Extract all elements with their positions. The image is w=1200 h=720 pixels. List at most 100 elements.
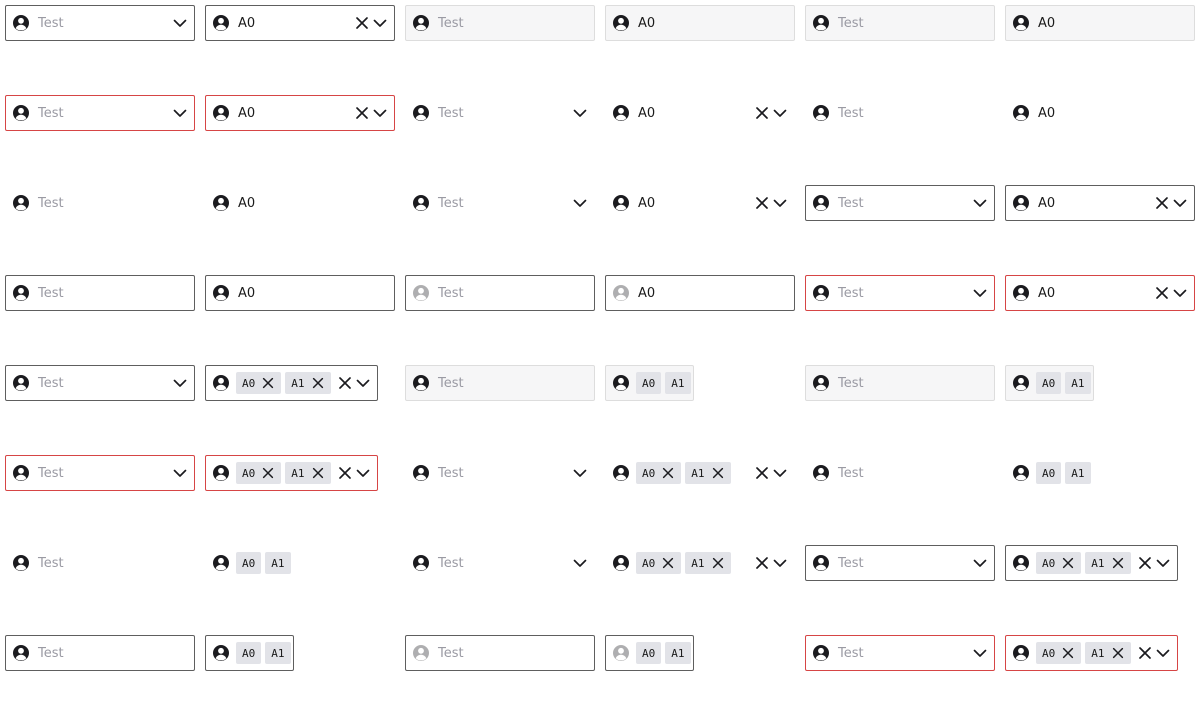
tag-remove-icon[interactable] bbox=[661, 556, 675, 570]
select-field-r6-c3[interactable]: Test bbox=[405, 455, 595, 491]
chevron-down-icon[interactable] bbox=[772, 555, 788, 571]
tag-remove-icon[interactable] bbox=[1061, 556, 1075, 570]
select-field-r2-c2[interactable]: A0 bbox=[205, 95, 395, 131]
select-field-r2-c6[interactable]: A0 bbox=[1005, 95, 1195, 131]
select-field-r8-c1[interactable]: Test bbox=[5, 635, 195, 671]
chevron-down-icon[interactable] bbox=[972, 195, 988, 211]
chevron-down-icon[interactable] bbox=[772, 465, 788, 481]
select-field-r4-c2[interactable]: A0 bbox=[205, 275, 395, 311]
select-field-r6-c2[interactable]: A0 A1 bbox=[205, 455, 378, 491]
select-field-r8-c6[interactable]: A0 A1 bbox=[1005, 635, 1178, 671]
chevron-down-icon[interactable] bbox=[772, 195, 788, 211]
select-field-r5-c4[interactable]: A0 A1 bbox=[605, 365, 694, 401]
select-field-r6-c6[interactable]: A0 A1 bbox=[1005, 455, 1094, 491]
tag-remove-icon[interactable] bbox=[261, 466, 275, 480]
chevron-down-icon[interactable] bbox=[772, 105, 788, 121]
select-field-r2-c4[interactable]: A0 bbox=[605, 95, 795, 131]
clear-icon[interactable] bbox=[354, 105, 370, 121]
clear-icon[interactable] bbox=[337, 465, 353, 481]
tag-remove-icon[interactable] bbox=[1111, 646, 1125, 660]
select-field-r1-c2[interactable]: A0 bbox=[205, 5, 395, 41]
select-field-r6-c4[interactable]: A0 A1 bbox=[605, 455, 795, 491]
select-field-r3-c6[interactable]: A0 bbox=[1005, 185, 1195, 221]
clear-icon[interactable] bbox=[1137, 555, 1153, 571]
chevron-down-icon[interactable] bbox=[1155, 555, 1171, 571]
clear-icon[interactable] bbox=[754, 195, 770, 211]
tag-remove-icon[interactable] bbox=[1061, 646, 1075, 660]
chevron-down-icon[interactable] bbox=[172, 105, 188, 121]
chevron-down-icon[interactable] bbox=[372, 15, 388, 31]
select-field-r5-c2[interactable]: A0 A1 bbox=[205, 365, 378, 401]
chevron-down-icon[interactable] bbox=[972, 285, 988, 301]
select-field-r4-c4[interactable]: A0 bbox=[605, 275, 795, 311]
person-circle-icon bbox=[812, 284, 830, 302]
clear-icon[interactable] bbox=[1154, 285, 1170, 301]
chevron-down-icon[interactable] bbox=[972, 645, 988, 661]
clear-icon[interactable] bbox=[1137, 645, 1153, 661]
clear-icon[interactable] bbox=[354, 15, 370, 31]
select-field-r6-c1[interactable]: Test bbox=[5, 455, 195, 491]
chevron-down-icon[interactable] bbox=[372, 105, 388, 121]
chevron-down-icon[interactable] bbox=[355, 375, 371, 391]
tag-remove-icon[interactable] bbox=[1111, 556, 1125, 570]
select-field-r4-c5[interactable]: Test bbox=[805, 275, 995, 311]
clear-icon[interactable] bbox=[754, 555, 770, 571]
value-tag: A0 bbox=[1036, 372, 1062, 394]
chevron-down-icon[interactable] bbox=[572, 555, 588, 571]
select-field-r3-c3[interactable]: Test bbox=[405, 185, 595, 221]
select-field-r7-c4[interactable]: A0 A1 bbox=[605, 545, 795, 581]
select-field-r1-c4[interactable]: A0 bbox=[605, 5, 795, 41]
select-field-r8-c3[interactable]: Test bbox=[405, 635, 595, 671]
select-field-r1-c3[interactable]: Test bbox=[405, 5, 595, 41]
tag-remove-icon[interactable] bbox=[711, 556, 725, 570]
chevron-down-icon[interactable] bbox=[1155, 645, 1171, 661]
clear-icon[interactable] bbox=[1154, 195, 1170, 211]
chevron-down-icon[interactable] bbox=[1172, 195, 1188, 211]
select-field-r3-c1[interactable]: Test bbox=[5, 185, 195, 221]
select-field-r7-c1[interactable]: Test bbox=[5, 545, 195, 581]
select-field-r8-c4[interactable]: A0 A1 bbox=[605, 635, 694, 671]
select-field-r5-c1[interactable]: Test bbox=[5, 365, 195, 401]
chevron-down-icon[interactable] bbox=[572, 195, 588, 211]
select-field-r3-c5[interactable]: Test bbox=[805, 185, 995, 221]
select-field-r7-c2[interactable]: A0 A1 bbox=[205, 545, 294, 581]
select-field-r5-c5[interactable]: Test bbox=[805, 365, 995, 401]
chevron-down-icon[interactable] bbox=[1172, 285, 1188, 301]
select-field-r2-c5[interactable]: Test bbox=[805, 95, 995, 131]
chevron-down-icon[interactable] bbox=[572, 105, 588, 121]
clear-icon[interactable] bbox=[754, 465, 770, 481]
select-field-r4-c6[interactable]: A0 bbox=[1005, 275, 1195, 311]
select-field-r7-c3[interactable]: Test bbox=[405, 545, 595, 581]
tag-remove-icon[interactable] bbox=[661, 466, 675, 480]
select-field-r7-c6[interactable]: A0 A1 bbox=[1005, 545, 1178, 581]
select-field-r1-c1[interactable]: Test bbox=[5, 5, 195, 41]
clear-icon[interactable] bbox=[337, 375, 353, 391]
tag-remove-icon[interactable] bbox=[311, 376, 325, 390]
select-field-r1-c6[interactable]: A0 bbox=[1005, 5, 1195, 41]
select-field-r2-c1[interactable]: Test bbox=[5, 95, 195, 131]
chevron-down-icon[interactable] bbox=[355, 465, 371, 481]
chevron-down-icon[interactable] bbox=[572, 465, 588, 481]
select-field-r5-c3[interactable]: Test bbox=[405, 365, 595, 401]
select-field-r8-c2[interactable]: A0 A1 bbox=[205, 635, 294, 671]
chevron-down-icon[interactable] bbox=[172, 375, 188, 391]
tag-remove-icon[interactable] bbox=[261, 376, 275, 390]
tag-remove-icon[interactable] bbox=[311, 466, 325, 480]
chevron-down-icon[interactable] bbox=[172, 465, 188, 481]
select-field-r4-c3[interactable]: Test bbox=[405, 275, 595, 311]
select-field-r2-c3[interactable]: Test bbox=[405, 95, 595, 131]
chevron-down-icon[interactable] bbox=[972, 555, 988, 571]
select-field-r8-c5[interactable]: Test bbox=[805, 635, 995, 671]
clear-icon[interactable] bbox=[754, 105, 770, 121]
chevron-down-icon[interactable] bbox=[172, 15, 188, 31]
tag-remove-icon[interactable] bbox=[711, 466, 725, 480]
select-field-r3-c4[interactable]: A0 bbox=[605, 185, 795, 221]
select-field-r3-c2[interactable]: A0 bbox=[205, 185, 395, 221]
select-field-r6-c5[interactable]: Test bbox=[805, 455, 995, 491]
select-field-r5-c6[interactable]: A0 A1 bbox=[1005, 365, 1094, 401]
select-field-r7-c5[interactable]: Test bbox=[805, 545, 995, 581]
select-field-r1-c5[interactable]: Test bbox=[805, 5, 995, 41]
person-circle-icon bbox=[212, 464, 230, 482]
select-value: A0 bbox=[1038, 195, 1056, 211]
select-field-r4-c1[interactable]: Test bbox=[5, 275, 195, 311]
